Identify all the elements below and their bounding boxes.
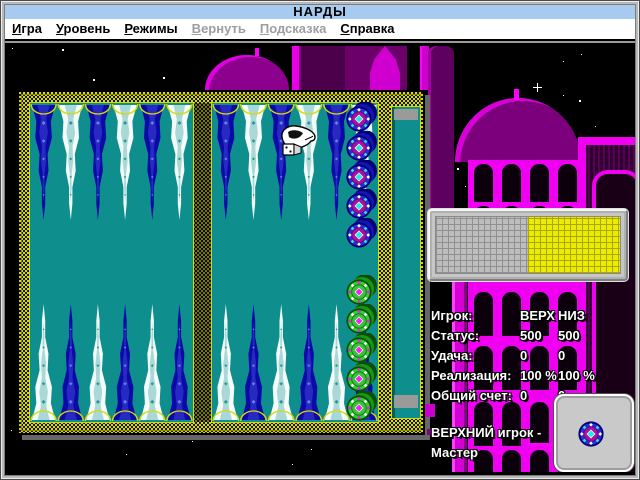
score-label: Общий счет:: [431, 387, 512, 403]
star: [292, 464, 293, 465]
star: [581, 54, 582, 55]
palace-tower: [428, 46, 454, 214]
score-label: Статус:: [431, 327, 480, 343]
checker-green[interactable]: [344, 390, 380, 423]
star: [11, 430, 12, 431]
star: [126, 454, 127, 455]
menu-item-5: Подсказка: [259, 21, 327, 36]
star: [563, 95, 564, 96]
players-label: Игрок:: [431, 307, 473, 323]
turn-indicator-checker: [576, 417, 612, 449]
window-title: НАРДЫ: [293, 3, 347, 19]
star: [12, 48, 13, 49]
palace-arch: [558, 164, 577, 202]
star: [163, 77, 165, 79]
checker-blue[interactable]: [344, 217, 380, 250]
palace-arch: [474, 164, 493, 202]
score-balance-bar: [428, 209, 628, 281]
star: [192, 441, 193, 442]
star: [93, 79, 95, 81]
star: [563, 61, 564, 62]
hand-dice-cursor: [275, 121, 319, 161]
turn-indicator-panel: [554, 394, 634, 472]
star: [311, 449, 312, 450]
checker-blue[interactable]: [344, 130, 380, 163]
score-row-1: Статус: 500 500: [431, 325, 621, 345]
score-value-upper: 100 %: [520, 367, 557, 383]
menu-item-2[interactable]: Уровень: [49, 19, 117, 36]
bear-off-tray[interactable]: [392, 107, 420, 418]
palace-pillar: [292, 46, 301, 90]
star-cross: [533, 83, 542, 92]
star: [595, 126, 596, 127]
score-bar-lower-half: [528, 217, 620, 273]
title-bar[interactable]: НАРДЫ: [5, 3, 635, 19]
palace-finial: [255, 48, 259, 56]
palace-dome-small: [205, 55, 289, 90]
checker-green[interactable]: [344, 274, 380, 307]
menu-item-1[interactable]: Игра: [5, 19, 49, 36]
score-label: Удача:: [431, 347, 473, 363]
game-area[interactable]: Игрок: ВЕРХ НИЗ Статус: 500 500 Удача: 0 0 Реа…: [5, 41, 635, 472]
score-row-2: Удача: 0 0: [431, 345, 621, 365]
menu-item-6[interactable]: Справка: [333, 19, 401, 36]
star: [465, 186, 466, 187]
checker-green[interactable]: [344, 303, 380, 336]
score-row-3: Реализация: 100 % 100 %: [431, 365, 621, 385]
checker-green[interactable]: [344, 332, 380, 365]
player-col-lower: НИЗ: [558, 307, 585, 323]
menu-item-3[interactable]: Режимы: [117, 19, 184, 36]
score-value-upper: 500: [520, 327, 542, 343]
checker-stack-lower[interactable]: [344, 274, 380, 425]
menu-bar: Игра Уровень Режимы Вернуть Подсказка Справка: [5, 19, 635, 40]
palace-wall: [301, 46, 345, 90]
checker-blue[interactable]: [344, 188, 380, 221]
score-bar-upper-half: [436, 217, 528, 273]
score-value-lower: 500: [558, 327, 580, 343]
checker-blue[interactable]: [344, 101, 380, 134]
palace-dome-large: [455, 98, 581, 162]
checker-blue[interactable]: [344, 159, 380, 192]
app-window: НАРДЫ Игра Уровень Режимы Вернуть Подсказка С…: [0, 0, 640, 480]
score-value-upper: 0: [520, 347, 528, 363]
score-value-upper: 0: [520, 387, 528, 403]
checker-green[interactable]: [344, 361, 380, 394]
score-value-lower: 100 %: [558, 367, 595, 383]
menu-item-4: Вернуть: [191, 21, 246, 36]
palace-arch: [502, 164, 521, 202]
score-value-lower: 0: [558, 347, 566, 363]
score-label: Реализация:: [431, 367, 512, 383]
star: [579, 100, 581, 102]
checker-stack-upper[interactable]: [344, 101, 380, 252]
palace-arch: [530, 164, 549, 202]
player-col-upper: ВЕРХ: [520, 307, 555, 323]
palace-fragment: [425, 404, 435, 417]
palace-finial: [514, 89, 519, 100]
star: [457, 168, 459, 170]
scoreboard-header: Игрок: ВЕРХ НИЗ: [431, 305, 621, 325]
star: [62, 49, 64, 51]
scoreboard: Игрок: ВЕРХ НИЗ Статус: 500 500 Удача: 0 0 Реа…: [431, 305, 621, 405]
